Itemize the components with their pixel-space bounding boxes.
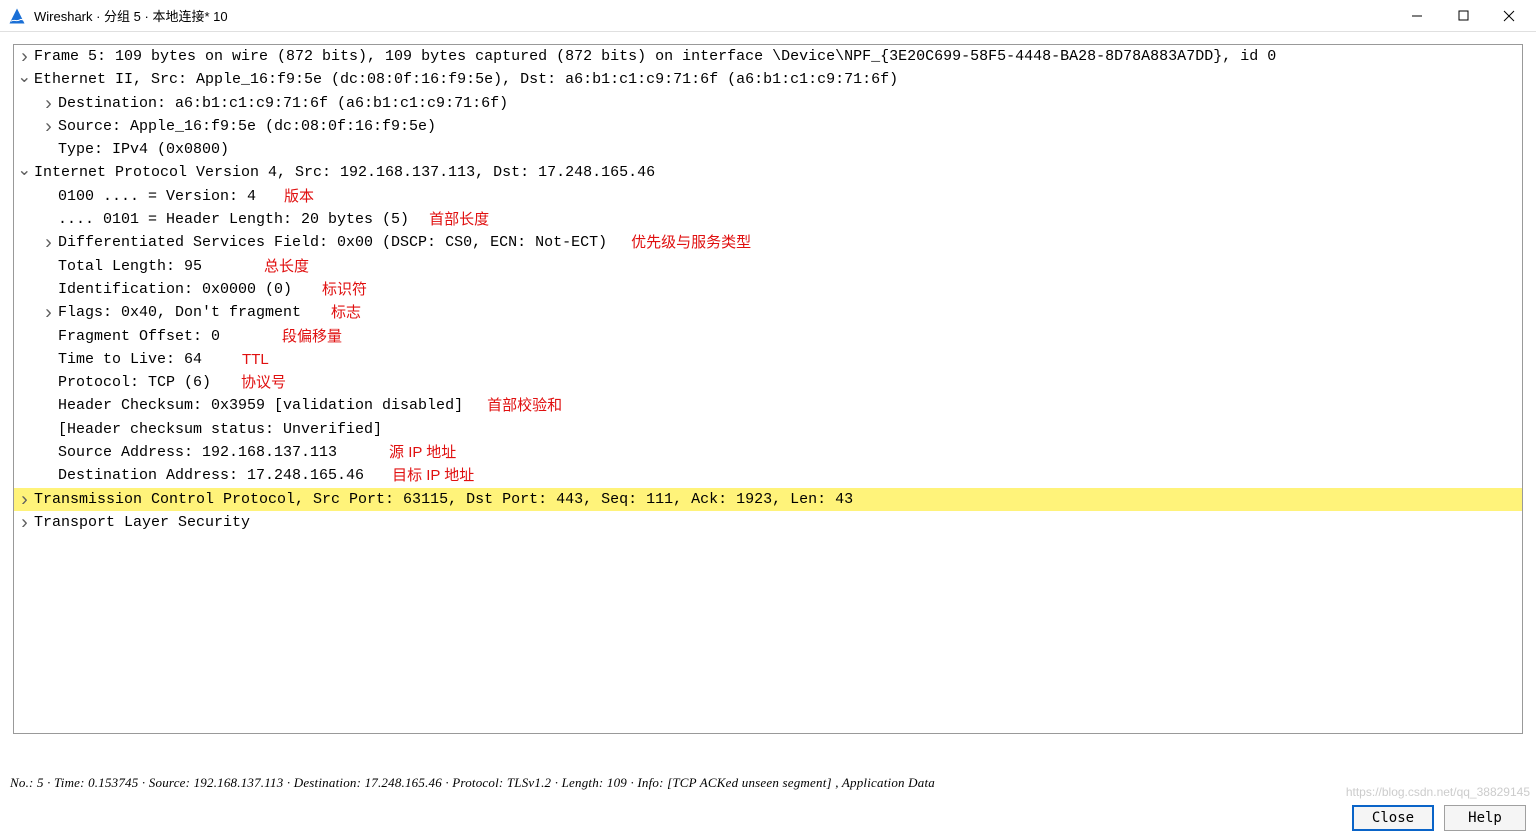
tree-field-text: Ethernet II, Src: Apple_16:f9:5e (dc:08:… (34, 68, 898, 91)
tree-row[interactable]: Type: IPv4 (0x0800) (14, 138, 1522, 161)
tree-row[interactable]: Fragment Offset: 0 段偏移量 (14, 325, 1522, 348)
tree-row[interactable]: Time to Live: 64 TTL (14, 348, 1522, 371)
annotation-label: 标识符 (322, 278, 367, 301)
tree-row[interactable]: [Header checksum status: Unverified] (14, 418, 1522, 441)
annotation-label: TTL (242, 348, 269, 371)
annotation-label: 首部校验和 (487, 394, 562, 417)
tree-row[interactable]: Source Address: 192.168.137.113 源 IP 地址 (14, 441, 1522, 464)
wireshark-icon (8, 7, 26, 25)
annotation-label: 总长度 (264, 255, 309, 278)
tree-row[interactable]: Transport Layer Security (14, 511, 1522, 534)
chevron-down-icon[interactable] (14, 68, 34, 92)
close-button[interactable]: Close (1352, 805, 1434, 831)
tree-field-text: Transport Layer Security (34, 511, 250, 534)
packet-details-pane[interactable]: Frame 5: 109 bytes on wire (872 bits), 1… (13, 44, 1523, 734)
tree-row[interactable]: Transmission Control Protocol, Src Port:… (14, 488, 1522, 511)
tree-field-text: Header Checksum: 0x3959 [validation disa… (58, 394, 463, 417)
tree-field-text: Fragment Offset: 0 (58, 325, 220, 348)
titlebar: Wireshark · 分组 5 · 本地连接* 10 (0, 0, 1536, 32)
tree-field-text: 0100 .... = Version: 4 (58, 185, 256, 208)
minimize-button[interactable] (1394, 1, 1440, 31)
annotation-label: 首部长度 (429, 208, 489, 231)
window-controls (1394, 1, 1532, 31)
tree-field-text: Protocol: TCP (6) (58, 371, 211, 394)
status-line: No.: 5 · Time: 0.153745 · Source: 192.16… (10, 775, 935, 791)
watermark: https://blog.csdn.net/qq_38829145 (1346, 785, 1530, 799)
tree-row[interactable]: Total Length: 95 总长度 (14, 255, 1522, 278)
window-title: Wireshark · 分组 5 · 本地连接* 10 (34, 6, 1394, 25)
tree-field-text: Transmission Control Protocol, Src Port:… (34, 488, 853, 511)
tree-field-text: Source Address: 192.168.137.113 (58, 441, 337, 464)
tree-row[interactable]: Flags: 0x40, Don't fragment 标志 (14, 301, 1522, 324)
chevron-right-icon[interactable] (14, 511, 34, 535)
chevron-down-icon[interactable] (14, 161, 34, 185)
annotation-label: 源 IP 地址 (389, 441, 456, 464)
maximize-button[interactable] (1440, 1, 1486, 31)
tree-row[interactable]: Identification: 0x0000 (0) 标识符 (14, 278, 1522, 301)
annotation-label: 版本 (284, 185, 314, 208)
tree-row[interactable]: 0100 .... = Version: 4 版本 (14, 185, 1522, 208)
annotation-label: 段偏移量 (282, 325, 342, 348)
close-window-button[interactable] (1486, 1, 1532, 31)
tree-field-text: Frame 5: 109 bytes on wire (872 bits), 1… (34, 45, 1276, 68)
tree-row[interactable]: Frame 5: 109 bytes on wire (872 bits), 1… (14, 45, 1522, 68)
tree-field-text: Internet Protocol Version 4, Src: 192.16… (34, 161, 655, 184)
tree-row[interactable]: Internet Protocol Version 4, Src: 192.16… (14, 161, 1522, 184)
tree-row[interactable]: Destination: a6:b1:c1:c9:71:6f (a6:b1:c1… (14, 92, 1522, 115)
chevron-right-icon[interactable] (38, 115, 58, 139)
tree-field-text: Destination Address: 17.248.165.46 (58, 464, 364, 487)
packet-tree[interactable]: Frame 5: 109 bytes on wire (872 bits), 1… (14, 45, 1522, 534)
chevron-right-icon[interactable] (38, 301, 58, 325)
tree-row[interactable]: Ethernet II, Src: Apple_16:f9:5e (dc:08:… (14, 68, 1522, 91)
annotation-label: 标志 (331, 301, 361, 324)
tree-row[interactable]: Source: Apple_16:f9:5e (dc:08:0f:16:f9:5… (14, 115, 1522, 138)
dialog-buttons: Close Help (1352, 805, 1526, 831)
tree-row[interactable]: .... 0101 = Header Length: 20 bytes (5) 首… (14, 208, 1522, 231)
tree-field-text: Type: IPv4 (0x0800) (58, 138, 229, 161)
tree-field-text: Total Length: 95 (58, 255, 202, 278)
tree-field-text: Identification: 0x0000 (0) (58, 278, 292, 301)
tree-field-text: Source: Apple_16:f9:5e (dc:08:0f:16:f9:5… (58, 115, 436, 138)
tree-field-text: Flags: 0x40, Don't fragment (58, 301, 301, 324)
annotation-label: 协议号 (241, 371, 286, 394)
help-button[interactable]: Help (1444, 805, 1526, 831)
chevron-right-icon[interactable] (38, 231, 58, 255)
annotation-label: 优先级与服务类型 (631, 231, 751, 254)
annotation-label: 目标 IP 地址 (392, 464, 474, 487)
tree-field-text: Differentiated Services Field: 0x00 (DSC… (58, 231, 607, 254)
tree-row[interactable]: Destination Address: 17.248.165.46 目标 IP … (14, 464, 1522, 487)
tree-row[interactable]: Header Checksum: 0x3959 [validation disa… (14, 394, 1522, 417)
tree-field-text: [Header checksum status: Unverified] (58, 418, 382, 441)
tree-field-text: Time to Live: 64 (58, 348, 202, 371)
tree-field-text: .... 0101 = Header Length: 20 bytes (5) (58, 208, 409, 231)
tree-field-text: Destination: a6:b1:c1:c9:71:6f (a6:b1:c1… (58, 92, 508, 115)
tree-row[interactable]: Protocol: TCP (6) 协议号 (14, 371, 1522, 394)
tree-row[interactable]: Differentiated Services Field: 0x00 (DSC… (14, 231, 1522, 254)
